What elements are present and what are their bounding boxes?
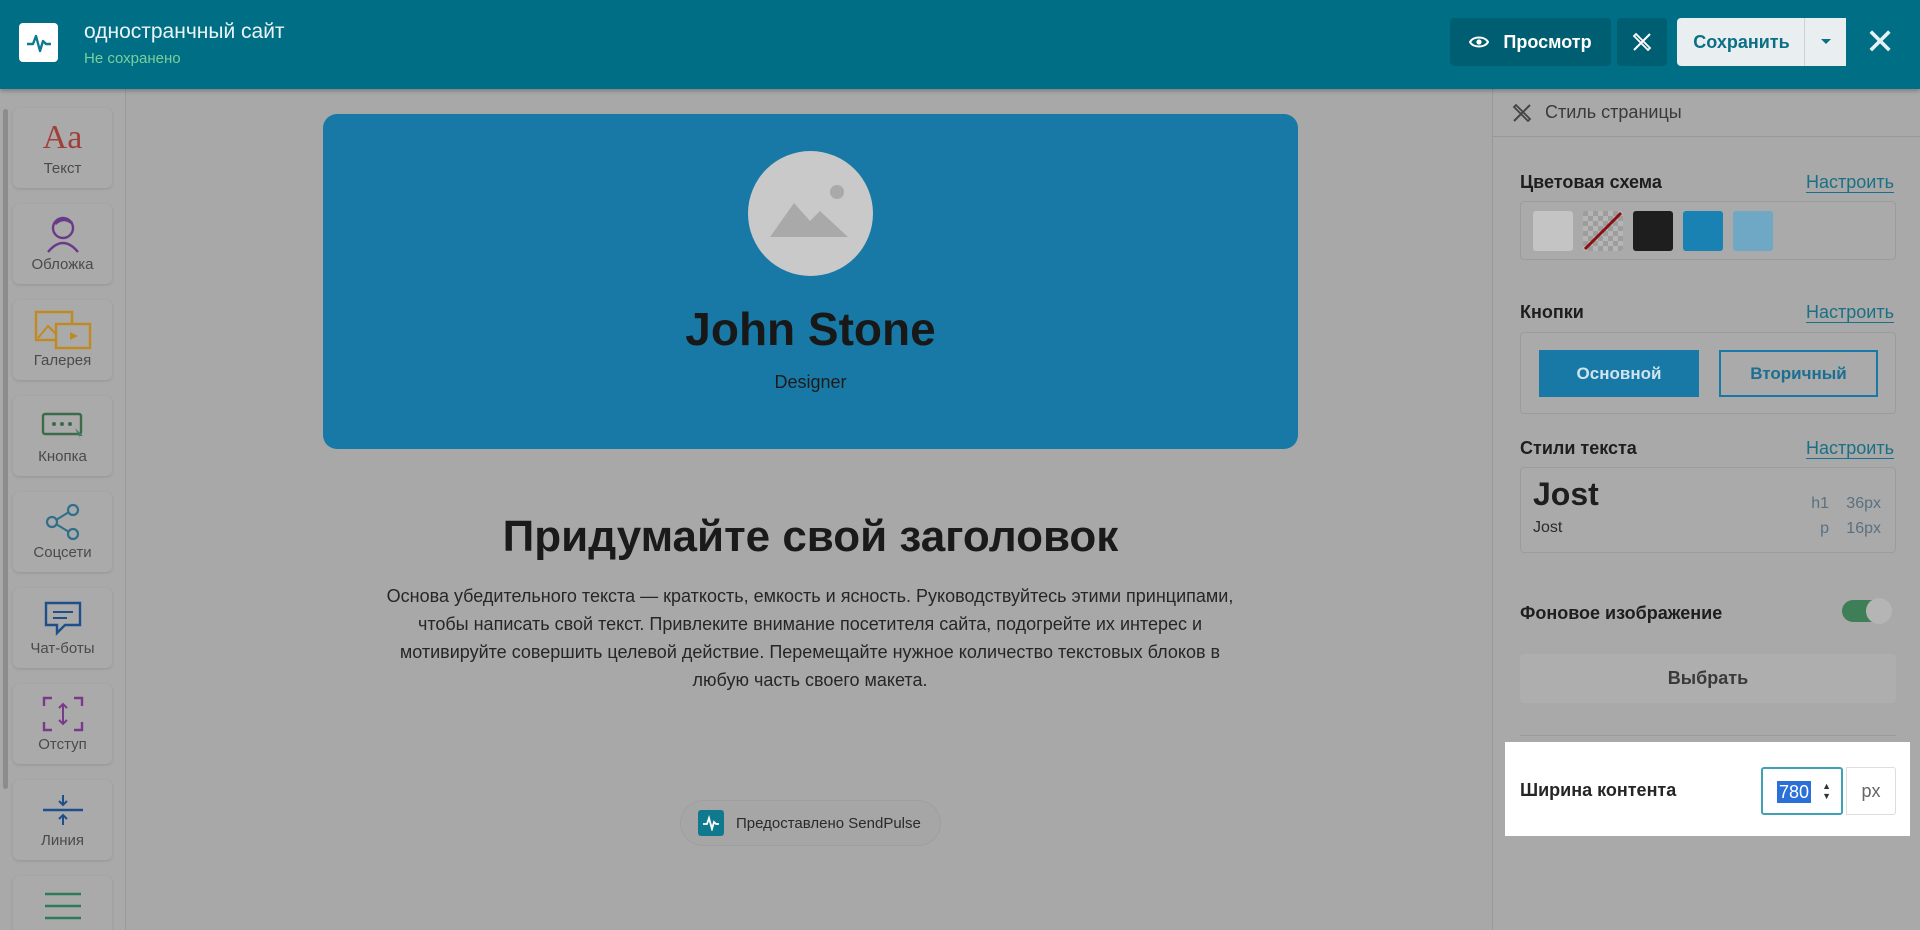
cover-avatar-icon <box>13 214 112 254</box>
tool-label: Отступ <box>38 736 87 753</box>
tool-label: Текст <box>43 160 82 177</box>
background-image-title: Фоновое изображение <box>1520 603 1723 623</box>
page-style-button[interactable] <box>1617 18 1667 66</box>
panel-title: Стиль страницы <box>1545 102 1682 122</box>
paragraph-tag: p <box>1820 520 1829 537</box>
tool-label: Обложка <box>31 256 94 273</box>
profile-name[interactable]: John Stone <box>323 302 1298 356</box>
color-scheme-configure-link[interactable]: Настроить <box>1806 172 1894 193</box>
tool-social[interactable]: Соцсети <box>13 492 112 572</box>
color-scheme-title: Цветовая схема <box>1520 172 1662 192</box>
tool-spacing[interactable]: Отступ <box>13 684 112 764</box>
block-paragraph[interactable]: Основа убедительного текста — краткость,… <box>370 582 1250 694</box>
heading-font-sample: Jost <box>1533 476 1599 512</box>
chat-icon <box>13 598 112 638</box>
tool-button[interactable]: Кнопка <box>13 396 112 476</box>
buttons-preview: Основной Вторичный <box>1520 332 1896 414</box>
content-width-value[interactable]: 780 <box>1777 781 1812 803</box>
preview-button[interactable]: Просмотр <box>1450 18 1611 66</box>
content-width-label: Ширина контента <box>1520 780 1677 800</box>
line-icon <box>13 790 112 830</box>
chevron-down-icon <box>1820 39 1831 44</box>
eye-icon <box>1469 36 1490 48</box>
brush-ruler-icon <box>1632 32 1652 52</box>
tool-chatbots[interactable]: Чат-боты <box>13 588 112 668</box>
document-title[interactable]: одностранчный сайт <box>84 20 285 44</box>
heading-tag: h1 <box>1811 495 1829 512</box>
content-width-row: Ширина контента 780 ▲ ▼ px <box>1505 742 1910 836</box>
stepper-arrows-icon[interactable]: ▲ ▼ <box>1822 781 1831 801</box>
image-placeholder-icon <box>770 185 848 237</box>
tool-label: Линия <box>40 832 84 849</box>
top-bar: одностранчный сайт Не сохранено Просмотр… <box>0 0 1920 89</box>
content-width-input[interactable]: 780 ▲ ▼ <box>1761 767 1843 815</box>
profile-role[interactable]: Designer <box>323 372 1298 393</box>
tool-text[interactable]: Aa Текст <box>13 108 112 188</box>
avatar-placeholder[interactable] <box>748 151 873 276</box>
color-scheme-swatches[interactable] <box>1520 201 1896 260</box>
tool-cover[interactable]: Обложка <box>13 204 112 284</box>
content-width-unit: px <box>1846 767 1896 815</box>
text-styles-title: Стили текста <box>1520 438 1637 458</box>
sidebar-scrollbar[interactable] <box>3 109 8 789</box>
spacing-icon <box>13 694 112 734</box>
heading-spec: h1 36px <box>1811 495 1881 513</box>
choose-background-button[interactable]: Выбрать <box>1520 654 1896 703</box>
paragraph-size: 16px <box>1846 520 1881 537</box>
tool-label: Соцсети <box>33 544 92 561</box>
tool-line[interactable]: Линия <box>13 780 112 860</box>
swatch-transparent[interactable] <box>1583 211 1623 251</box>
save-status: Не сохранено <box>84 50 181 67</box>
menu-icon <box>13 886 112 926</box>
tool-gallery[interactable]: Галерея <box>13 300 112 380</box>
paragraph-spec: p 16px <box>1820 520 1881 538</box>
tool-label: Галерея <box>33 352 92 369</box>
buttons-title: Кнопки <box>1520 302 1584 322</box>
brush-ruler-icon <box>1512 103 1532 122</box>
text-aa-icon: Aa <box>42 119 83 156</box>
text-styles-configure-link[interactable]: Настроить <box>1806 438 1894 459</box>
hero-block[interactable]: John Stone Designer <box>323 114 1298 449</box>
secondary-button-sample[interactable]: Вторичный <box>1719 350 1878 397</box>
sendpulse-pulse-icon <box>698 810 724 836</box>
divider <box>1520 735 1896 736</box>
save-label: Сохранить <box>1693 31 1790 52</box>
panel-header: Стиль страницы <box>1493 89 1920 137</box>
block-headline[interactable]: Придумайте свой заголовок <box>323 512 1298 562</box>
badge-text: Предоставлено SendPulse <box>736 814 921 832</box>
share-icon <box>13 502 112 542</box>
tool-menu[interactable] <box>13 876 112 930</box>
sendpulse-badge[interactable]: Предоставлено SendPulse <box>681 801 940 845</box>
text-styles-preview[interactable]: Jost Jost h1 36px p 16px <box>1520 467 1896 553</box>
gallery-icon <box>13 310 112 350</box>
tool-label: Чат-боты <box>30 640 95 657</box>
primary-button-sample[interactable]: Основной <box>1539 350 1699 397</box>
blocks-sidebar: Aa Текст Обложка Галерея Кнопка Соцсети … <box>0 89 126 930</box>
swatch-text[interactable] <box>1633 211 1673 251</box>
heading-size: 36px <box>1846 495 1881 512</box>
preview-label: Просмотр <box>1503 31 1592 52</box>
sendpulse-logo-icon[interactable] <box>19 23 58 62</box>
buttons-configure-link[interactable]: Настроить <box>1806 302 1894 323</box>
swatch-background[interactable] <box>1533 211 1573 251</box>
button-icon <box>13 406 112 446</box>
swatch-accent[interactable] <box>1683 211 1723 251</box>
close-icon[interactable]: ✕ <box>1865 22 1895 62</box>
paragraph-font-sample: Jost <box>1533 519 1563 536</box>
background-image-toggle[interactable] <box>1842 598 1892 624</box>
save-dropdown-button[interactable] <box>1804 18 1846 66</box>
swatch-light-accent[interactable] <box>1733 211 1773 251</box>
tool-label: Кнопка <box>38 448 87 465</box>
